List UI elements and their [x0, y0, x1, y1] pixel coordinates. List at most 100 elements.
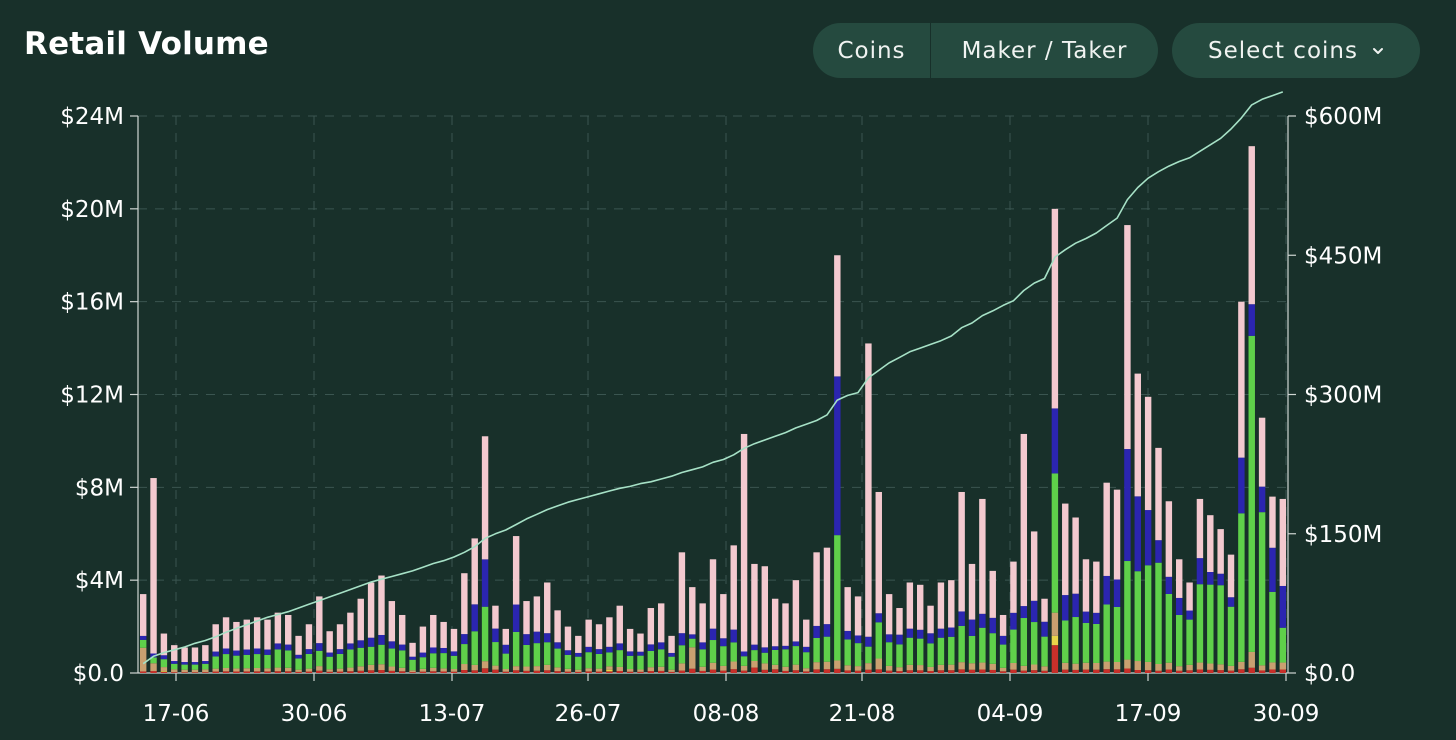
bar-segment-blue — [1113, 579, 1121, 607]
bar-segment-pink — [1093, 561, 1100, 613]
bar-segment-green — [937, 637, 945, 665]
bar-segment-red — [1113, 669, 1121, 673]
bar-segment-pink — [834, 255, 841, 377]
bar-segment-green — [1217, 585, 1224, 665]
bar-segment-tan — [316, 666, 323, 671]
bar-segment-green — [740, 656, 748, 666]
bar-segment-green — [844, 639, 851, 666]
bar-segment-green — [1269, 591, 1276, 663]
bar-segment-pink — [554, 610, 561, 643]
bar-segment-blue — [295, 654, 302, 659]
bar-segment-red — [1051, 645, 1059, 673]
bar-segment-red — [326, 671, 333, 673]
bar-segment-blue — [937, 628, 945, 638]
bar-segment-pink — [409, 642, 416, 657]
bar-segment-green — [202, 663, 209, 670]
bar-segment-green — [689, 638, 696, 648]
bar-segment-blue — [523, 634, 530, 645]
bar-segment-red — [927, 670, 934, 673]
bar-segment-pink — [430, 614, 437, 648]
bar-segment-pink — [782, 603, 789, 646]
bar-segment-tan — [906, 664, 914, 671]
bar-segment-red — [854, 670, 862, 673]
bar-segment-blue — [1207, 571, 1214, 585]
bar-segment-tan — [958, 662, 965, 670]
y-left-tick-label: $16M — [60, 290, 124, 316]
bar-segment-red — [813, 669, 820, 673]
bar-segment-tan — [1072, 663, 1079, 670]
bar-segment-pink — [1269, 496, 1276, 548]
bar-segment-blue — [948, 627, 955, 637]
bar-segment-red — [740, 670, 748, 673]
bar-segment-red — [378, 670, 385, 673]
bar-segment-blue — [264, 649, 271, 655]
bar-segment-green — [968, 635, 976, 664]
bar-segment-blue — [222, 648, 230, 655]
bar-segment-pink — [347, 612, 354, 644]
bar-segment-green — [927, 643, 934, 667]
bar-segment-red — [637, 671, 644, 673]
bar-segment-blue — [1258, 486, 1266, 513]
bar-segment-pink — [803, 619, 810, 647]
bar-segment-red — [1144, 670, 1152, 673]
bar-segment-tan — [916, 665, 924, 671]
bar-segment-tan — [637, 669, 644, 672]
bar-segment-tan — [492, 665, 499, 670]
bar-segment-pink — [233, 621, 240, 651]
bar-segment-red — [595, 671, 603, 673]
bar-segment-blue — [720, 638, 727, 647]
bar-segment-blue — [285, 644, 292, 651]
bar-segment-red — [1258, 670, 1266, 673]
bar-segment-blue — [1217, 573, 1224, 586]
bar-segment-red — [709, 669, 717, 673]
bar-segment-tan — [1196, 662, 1204, 670]
bar-segment-pink — [398, 614, 406, 645]
bar-segment-blue — [305, 649, 313, 654]
bar-segment-pink — [989, 570, 996, 618]
bar-segment-green — [761, 652, 769, 664]
bar-segment-blue — [813, 625, 820, 639]
bar-segment-blue — [751, 644, 758, 651]
bar-segment-tan — [285, 667, 292, 672]
bar-segment-red — [937, 670, 945, 673]
bar-segment-green — [668, 656, 675, 670]
bar-segment-red — [398, 671, 406, 673]
bar-segment-pink — [1227, 554, 1235, 598]
bar-segment-red — [139, 671, 147, 673]
bar-segment-green — [1010, 629, 1017, 663]
bar-segment-green — [585, 652, 592, 669]
bar-segment-tan — [1051, 612, 1059, 636]
bar-segment-tan — [160, 667, 168, 672]
bar-segment-blue — [388, 641, 396, 649]
bar-segment-blue — [160, 655, 168, 660]
bar-segment-green — [139, 639, 147, 648]
bar-segment-pink — [191, 647, 199, 663]
bar-segment-tan — [1217, 664, 1224, 671]
y-right-tick-label: $600M — [1304, 104, 1382, 130]
bar-segment-pink — [1062, 503, 1069, 596]
bar-segment-blue — [1269, 547, 1276, 592]
bar-segment-green — [222, 654, 230, 668]
bar-segment-pink — [1248, 146, 1255, 305]
bar-segment-pink — [968, 563, 976, 620]
bar-segment-blue — [989, 617, 996, 634]
bar-segment-pink — [1030, 531, 1038, 601]
bar-segment-pink — [678, 552, 686, 634]
bar-segment-pink — [1144, 396, 1152, 511]
bar-segment-red — [1279, 669, 1287, 673]
bar-segment-blue — [471, 604, 478, 632]
bar-segment-blue — [1227, 597, 1235, 607]
bar-segment-red — [1103, 669, 1110, 673]
bar-segment-pink — [388, 601, 396, 642]
bar-segment-tan — [1134, 661, 1141, 671]
bar-segment-red — [419, 671, 427, 673]
bar-segment-green — [253, 654, 261, 668]
bar-segment-green — [637, 655, 644, 670]
y-left-tick-label: $24M — [60, 104, 124, 130]
bar-segment-blue — [554, 642, 561, 649]
bar-segment-green — [854, 643, 862, 667]
bar-segment-blue — [1155, 540, 1162, 563]
bar-segment-blue — [1196, 558, 1204, 585]
bar-segment-red — [657, 670, 665, 673]
bar-segment-red — [253, 671, 261, 673]
